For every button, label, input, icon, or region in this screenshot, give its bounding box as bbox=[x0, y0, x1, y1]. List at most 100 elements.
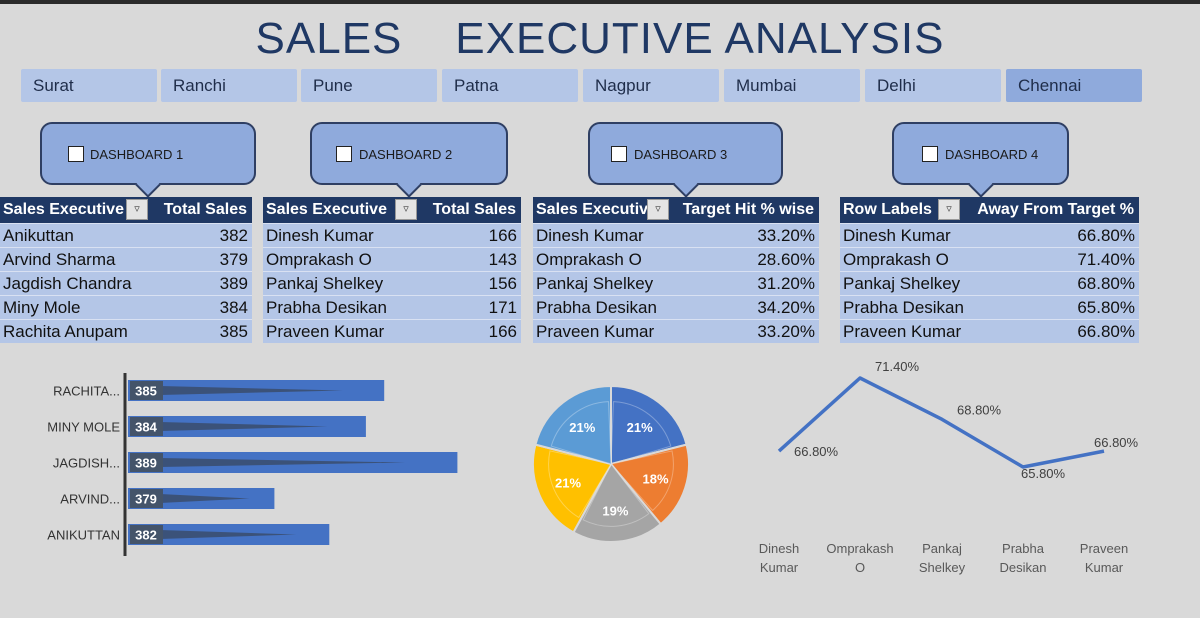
row-value: 384 bbox=[219, 298, 248, 317]
city-button-chennai[interactable]: Chennai bbox=[1006, 69, 1142, 102]
table-row: Pankaj Shelkey 68.80% bbox=[840, 271, 1139, 295]
city-button-ranchi[interactable]: Ranchi bbox=[161, 69, 297, 102]
table-row: Praveen Kumar 33.20% bbox=[533, 319, 819, 343]
line-data-label: 66.80% bbox=[1094, 435, 1139, 450]
filter-dropdown-icon[interactable]: ▿ bbox=[938, 199, 960, 220]
row-name: Rachita Anupam bbox=[3, 322, 128, 341]
city-button-mumbai[interactable]: Mumbai bbox=[724, 69, 860, 102]
row-name: Pankaj Shelkey bbox=[266, 274, 384, 293]
dashboard-4-label: DASHBOARD 4 bbox=[945, 147, 1039, 162]
row-value: 171 bbox=[488, 298, 517, 317]
pivot-table-4: Row Labels ▿ Away From Target % Dinesh K… bbox=[840, 197, 1139, 343]
callout-tail bbox=[672, 172, 699, 198]
line-category-label: Praveen Kumar bbox=[1080, 541, 1128, 575]
column-header-row-labels: Row Labels bbox=[843, 201, 932, 218]
row-name: Omprakash O bbox=[266, 250, 372, 269]
table-row: Omprakash O 143 bbox=[263, 247, 521, 271]
row-value: 33.20% bbox=[757, 226, 815, 245]
row-name: Prabha Desikan bbox=[536, 298, 657, 317]
dashboard-4-callout[interactable]: DASHBOARD 4 bbox=[892, 122, 1069, 198]
table-row: Omprakash O 28.60% bbox=[533, 247, 819, 271]
table-header: Sales Executive ▿ Total Sales bbox=[263, 197, 521, 223]
dashboard-2-checkbox[interactable] bbox=[336, 146, 352, 162]
row-value: 382 bbox=[219, 226, 248, 245]
filter-dropdown-icon[interactable]: ▿ bbox=[126, 199, 148, 220]
pie-data-label: 19% bbox=[602, 504, 628, 519]
column-header-away-from-target: Away From Target % bbox=[977, 201, 1134, 218]
pivot-table-1: Sales Executive ▿ Total Sales Anikuttan 3… bbox=[0, 197, 252, 343]
table-header: Sales Executive ▿ Total Sales bbox=[0, 197, 252, 223]
line-category-label: Omprakash O bbox=[826, 541, 893, 575]
row-value: 34.20% bbox=[757, 298, 815, 317]
table-row: Praveen Kumar 166 bbox=[263, 319, 521, 343]
line-data-label: 68.80% bbox=[957, 402, 1002, 417]
row-value: 66.80% bbox=[1077, 226, 1135, 245]
city-button-patna[interactable]: Patna bbox=[442, 69, 578, 102]
column-header-executive: Sales Executive bbox=[536, 201, 648, 218]
bar-chart: RACHITA... 385 MINY MOLE 384 JAGDISH... 389 AR… bbox=[47, 373, 458, 556]
row-name: Pankaj Shelkey bbox=[843, 274, 961, 293]
city-button-surat[interactable]: Surat bbox=[21, 69, 157, 102]
city-button-pune[interactable]: Pune bbox=[301, 69, 437, 102]
row-value: 28.60% bbox=[757, 250, 815, 269]
pie-data-label: 21% bbox=[569, 420, 595, 435]
row-name: Praveen Kumar bbox=[843, 322, 962, 341]
dashboard-1-callout[interactable]: DASHBOARD 1 bbox=[40, 122, 256, 198]
table-header: Sales Executive ▿ Target Hit % wise bbox=[533, 197, 819, 223]
line-chart: 66.80% 71.40% 68.80% 65.80% 66.80% Dinesh Kuma… bbox=[759, 360, 1139, 575]
row-value: 379 bbox=[219, 250, 248, 269]
row-value: 166 bbox=[488, 322, 517, 341]
bar-data-label: 379 bbox=[135, 492, 157, 507]
table-row: Omprakash O 71.40% bbox=[840, 247, 1139, 271]
pivot-table-2: Sales Executive ▿ Total Sales Dinesh Kum… bbox=[263, 197, 521, 343]
filter-dropdown-icon[interactable]: ▿ bbox=[395, 199, 417, 220]
bar-data-label: 382 bbox=[135, 528, 157, 543]
column-header-executive: Sales Executive bbox=[266, 201, 387, 218]
bar-category-label: MINY MOLE bbox=[47, 420, 120, 435]
bar-data-label: 385 bbox=[135, 384, 157, 399]
line-data-label: 66.80% bbox=[794, 444, 839, 459]
dashboard-4-checkbox[interactable] bbox=[922, 146, 938, 162]
bar-category-label: JAGDISH... bbox=[53, 456, 120, 471]
row-value: 143 bbox=[488, 250, 517, 269]
line-data-label: 71.40% bbox=[875, 360, 920, 374]
table-row: Prabha Desikan 34.20% bbox=[533, 295, 819, 319]
filter-dropdown-icon[interactable]: ▿ bbox=[647, 199, 669, 220]
row-name: Miny Mole bbox=[3, 298, 81, 317]
city-button-delhi[interactable]: Delhi bbox=[865, 69, 1001, 102]
row-value: 389 bbox=[219, 274, 248, 293]
row-value: 385 bbox=[219, 322, 248, 341]
table-row: Prabha Desikan 65.80% bbox=[840, 295, 1139, 319]
table-row: Miny Mole 384 bbox=[0, 295, 252, 319]
row-name: Praveen Kumar bbox=[266, 322, 385, 341]
line-category-label: Prabha Desikan bbox=[1000, 541, 1047, 575]
row-name: Arvind Sharma bbox=[3, 250, 116, 269]
dashboard-2-callout[interactable]: DASHBOARD 2 bbox=[310, 122, 508, 198]
table-row: Rachita Anupam 385 bbox=[0, 319, 252, 343]
column-header-total-sales: Total Sales bbox=[432, 201, 516, 218]
line-data-label: 65.80% bbox=[1021, 466, 1066, 481]
row-name: Jagdish Chandra bbox=[3, 274, 132, 293]
line-category-label: Pankaj Shelkey bbox=[919, 541, 966, 575]
bar-data-label: 389 bbox=[135, 456, 157, 471]
row-value: 156 bbox=[488, 274, 517, 293]
pie-data-label: 21% bbox=[627, 420, 653, 435]
row-name: Dinesh Kumar bbox=[536, 226, 644, 245]
table-row: Jagdish Chandra 389 bbox=[0, 271, 252, 295]
dashboard-3-checkbox[interactable] bbox=[611, 146, 627, 162]
column-header-total-sales: Total Sales bbox=[163, 201, 247, 218]
table-row: Dinesh Kumar 166 bbox=[263, 223, 521, 247]
city-button-nagpur[interactable]: Nagpur bbox=[583, 69, 719, 102]
column-header-executive: Sales Executive bbox=[3, 201, 124, 218]
dashboard-1-checkbox[interactable] bbox=[68, 146, 84, 162]
dashboard-3-callout[interactable]: DASHBOARD 3 bbox=[588, 122, 783, 198]
row-name: Prabha Desikan bbox=[843, 298, 964, 317]
row-name: Omprakash O bbox=[536, 250, 642, 269]
pie-data-label: 18% bbox=[642, 471, 668, 486]
pie-chart: 21% 18% 19% 21% 21% bbox=[532, 384, 690, 543]
row-value: 68.80% bbox=[1077, 274, 1135, 293]
table-row: Prabha Desikan 171 bbox=[263, 295, 521, 319]
dashboard-2-label: DASHBOARD 2 bbox=[359, 147, 453, 162]
callout-tail bbox=[967, 172, 994, 198]
row-name: Pankaj Shelkey bbox=[536, 274, 654, 293]
